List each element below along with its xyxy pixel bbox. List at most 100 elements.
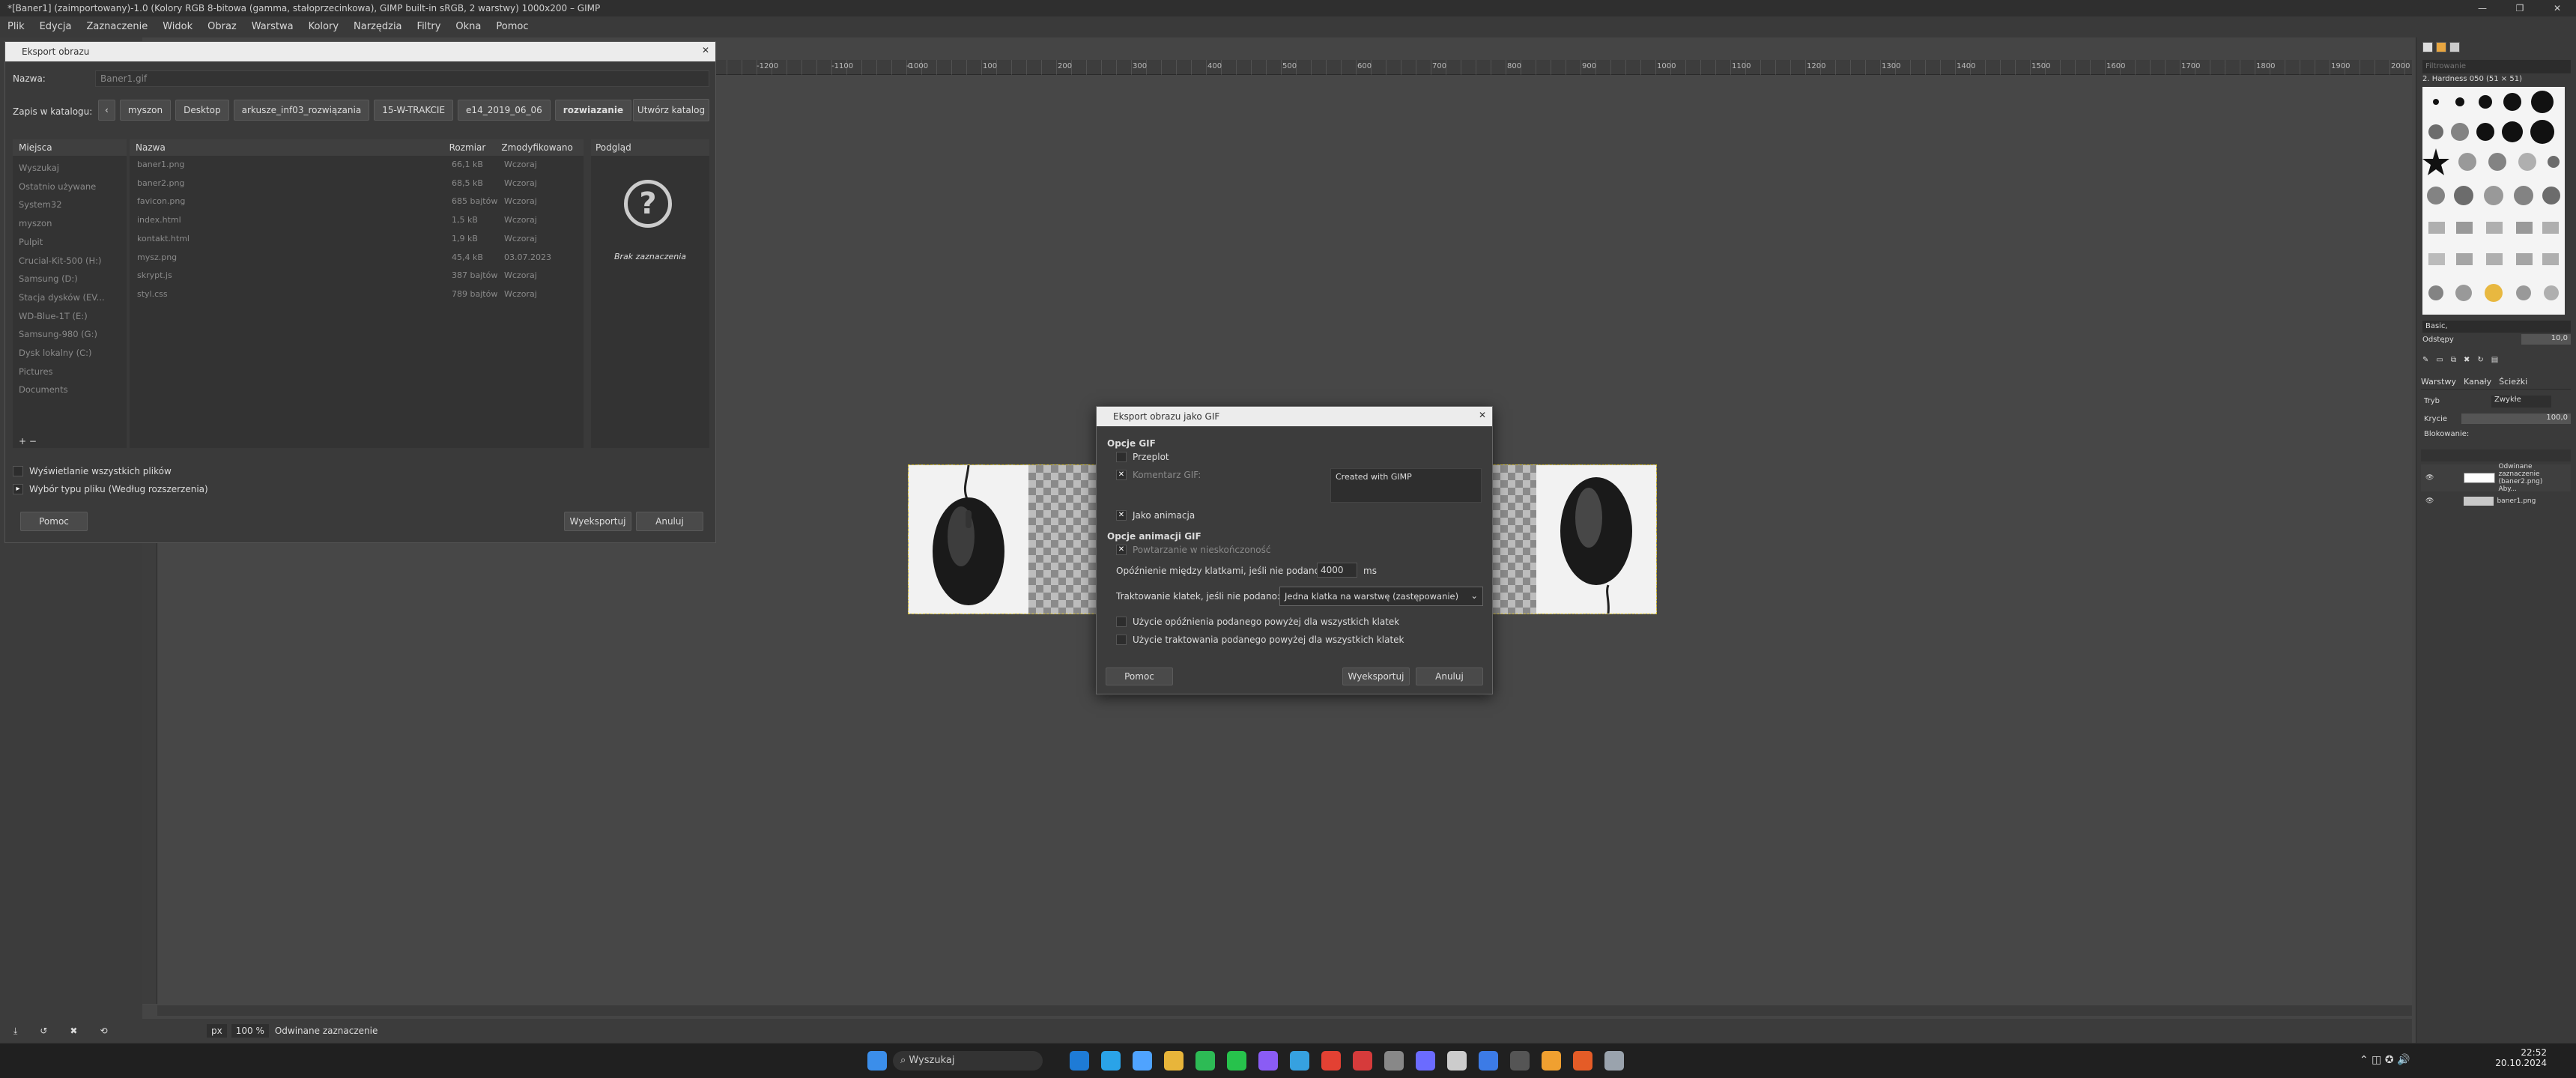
taskbar-app-icon[interactable] xyxy=(1510,1051,1530,1071)
taskbar-app-icon[interactable] xyxy=(1542,1051,1561,1071)
zoom-selector[interactable]: 100 % xyxy=(231,1024,269,1038)
export-button[interactable]: Wyeksportuj xyxy=(1342,667,1410,685)
table-row[interactable]: kontakt.html 1,9 kB Wczoraj xyxy=(130,230,584,249)
duplicate-brush-icon[interactable]: ⧉ xyxy=(2451,356,2456,364)
table-row[interactable]: baner1.png 66,1 kB Wczoraj xyxy=(130,156,584,175)
table-row[interactable]: styl.css 789 bajtów Wczoraj xyxy=(130,285,584,304)
breadcrumb-myszon[interactable]: myszon xyxy=(119,100,172,121)
use-delay-checkbox[interactable] xyxy=(1116,617,1127,627)
layer-row[interactable]: 👁 Odwinane zaznaczenie (baner2.png) Aby.… xyxy=(2421,463,2571,493)
menu-select[interactable]: Zaznaczenie xyxy=(79,16,155,37)
cancel-button[interactable]: Anuluj xyxy=(636,512,703,531)
taskbar-app-icon[interactable] xyxy=(1353,1051,1372,1071)
taskbar-app-icon[interactable] xyxy=(1133,1051,1152,1071)
pattern-tab-icon[interactable] xyxy=(2435,42,2446,52)
help-button[interactable]: Pomoc xyxy=(1106,667,1173,685)
taskbar-search[interactable]: ⌕ Wyszukaj xyxy=(893,1051,1043,1071)
spacing-slider[interactable]: 10,0 xyxy=(2521,334,2571,345)
file-type-row[interactable]: ▸ Wybór typu pliku (Według rozszerzenia) xyxy=(13,484,208,494)
brush-grid[interactable] xyxy=(2422,87,2565,315)
minimize-button[interactable]: — xyxy=(2464,0,2501,16)
loop-row[interactable]: ✕ Powtarzanie w nieskończoność xyxy=(1116,545,1270,555)
column-name[interactable]: Nazwa xyxy=(130,142,449,153)
animation-checkbox[interactable]: ✕ xyxy=(1116,510,1127,521)
help-button[interactable]: Pomoc xyxy=(20,512,88,531)
taskbar-app-icon[interactable] xyxy=(1384,1051,1404,1071)
place-item[interactable]: Pulpit xyxy=(19,233,121,252)
place-item[interactable]: System32 xyxy=(19,196,121,214)
edit-brush-icon[interactable]: ✎ xyxy=(2422,356,2428,364)
tab-channels[interactable]: Kanały xyxy=(2464,377,2491,387)
tab-layers[interactable]: Warstwy xyxy=(2421,377,2456,387)
eye-icon[interactable]: 👁 xyxy=(2425,474,2434,482)
breadcrumb-desktop[interactable]: Desktop xyxy=(175,100,229,121)
menu-tools[interactable]: Narzędzia xyxy=(346,16,410,37)
column-modified[interactable]: Zmodyfikowano xyxy=(501,142,584,153)
comment-textarea[interactable]: Created with GIMP xyxy=(1330,468,1482,503)
taskbar-app-icon[interactable] xyxy=(1195,1051,1215,1071)
place-item[interactable]: Crucial-Kit-500 (H:) xyxy=(19,252,121,270)
menu-colors[interactable]: Kolory xyxy=(301,16,346,37)
place-item[interactable]: WD-Blue-1T (E:) xyxy=(19,307,121,326)
taskbar-app-icon[interactable] xyxy=(1258,1051,1278,1071)
breadcrumb-back-button[interactable]: ‹ xyxy=(98,100,115,121)
place-item[interactable]: Documents xyxy=(19,381,121,399)
refresh-brush-icon[interactable]: ↻ xyxy=(2477,356,2483,364)
breadcrumb-arkusze[interactable]: arkusze_inf03_rozwiązania xyxy=(233,100,370,121)
use-delay-row[interactable]: Użycie opóźnienia podanego powyżej dla w… xyxy=(1116,617,1399,627)
file-type-expander[interactable]: ▸ xyxy=(13,484,23,494)
clock[interactable]: 22:52 20.10.2024 xyxy=(2494,1047,2547,1068)
column-size[interactable]: Rozmiar xyxy=(449,142,502,153)
taskbar-app-icon[interactable] xyxy=(1321,1051,1341,1071)
interlace-row[interactable]: Przeplot xyxy=(1116,452,1169,462)
place-item[interactable]: Ostatnio używane xyxy=(19,178,121,196)
place-item[interactable]: Pictures xyxy=(19,363,121,381)
place-item[interactable]: Wyszukaj xyxy=(19,159,121,178)
table-row[interactable]: skrypt.js 387 bajtów Wczoraj xyxy=(130,267,584,285)
close-icon[interactable]: ✕ xyxy=(702,45,709,55)
disposal-select[interactable]: Jedna klatka na warstwę (zastępowanie) ⌄ xyxy=(1279,587,1483,606)
breadcrumb-e14[interactable]: e14_2019_06_06 xyxy=(458,100,551,121)
unit-selector[interactable]: px xyxy=(207,1024,227,1038)
place-item[interactable]: Stacja dysków (EV... xyxy=(19,288,121,307)
show-all-checkbox[interactable] xyxy=(13,466,23,476)
table-row[interactable]: baner2.png 68,5 kB Wczoraj xyxy=(130,175,584,193)
tab-paths[interactable]: Ścieżki xyxy=(2499,377,2527,387)
close-button[interactable]: ✕ xyxy=(2539,0,2576,16)
taskbar-app-icon[interactable] xyxy=(1416,1051,1435,1071)
menu-file[interactable]: Plik xyxy=(0,16,32,37)
gradient-tab-icon[interactable] xyxy=(2449,42,2460,52)
show-all-row[interactable]: Wyświetlanie wszystkich plików xyxy=(13,466,172,476)
use-disposal-row[interactable]: Użycie traktowania podanego powyżej dla … xyxy=(1116,635,1404,645)
export-button[interactable]: Wyeksportuj xyxy=(564,512,631,531)
create-folder-button[interactable]: Utwórz katalog xyxy=(633,99,709,121)
table-row[interactable]: index.html 1,5 kB Wczoraj xyxy=(130,211,584,230)
open-folder-icon[interactable]: ▤ xyxy=(2491,356,2498,364)
brush-tab-icon[interactable] xyxy=(2422,42,2433,52)
menu-edit[interactable]: Edycja xyxy=(32,16,79,37)
delete-icon[interactable]: ✖ xyxy=(70,1026,77,1036)
system-tray-icons[interactable]: ⌃ ◫ ✪ 🔊 xyxy=(2360,1054,2410,1066)
menu-windows[interactable]: Okna xyxy=(448,16,488,37)
comment-checkbox[interactable]: ✕ xyxy=(1116,470,1127,480)
use-disposal-checkbox[interactable] xyxy=(1116,635,1127,645)
taskbar-app-icon[interactable] xyxy=(1573,1051,1592,1071)
close-icon[interactable]: ✕ xyxy=(1479,410,1486,420)
table-row[interactable]: mysz.png 45,4 kB 03.07.2023 xyxy=(130,249,584,267)
new-brush-icon[interactable]: ▭ xyxy=(2436,356,2443,364)
mode-select[interactable]: Zwykłe xyxy=(2491,396,2551,408)
menu-help[interactable]: Pomoc xyxy=(488,16,536,37)
place-item[interactable]: myszon xyxy=(19,214,121,233)
menu-layer[interactable]: Warstwa xyxy=(244,16,301,37)
reset-icon[interactable]: ⟲ xyxy=(100,1026,107,1036)
comment-row[interactable]: ✕ Komentarz GIF: xyxy=(1116,470,1201,480)
place-item[interactable]: Samsung (D:) xyxy=(19,270,121,288)
filename-input[interactable]: Baner1.gif xyxy=(95,70,709,87)
breadcrumb-w-trakcie[interactable]: 15-W-TRAKCIE xyxy=(374,100,454,121)
brush-preset-select[interactable]: Basic, xyxy=(2422,321,2571,333)
interlace-checkbox[interactable] xyxy=(1116,452,1127,462)
undo-icon[interactable]: ↺ xyxy=(40,1026,47,1036)
menu-filters[interactable]: Filtry xyxy=(410,16,449,37)
menu-image[interactable]: Obraz xyxy=(200,16,244,37)
taskbar-app-icon[interactable] xyxy=(1227,1051,1246,1071)
